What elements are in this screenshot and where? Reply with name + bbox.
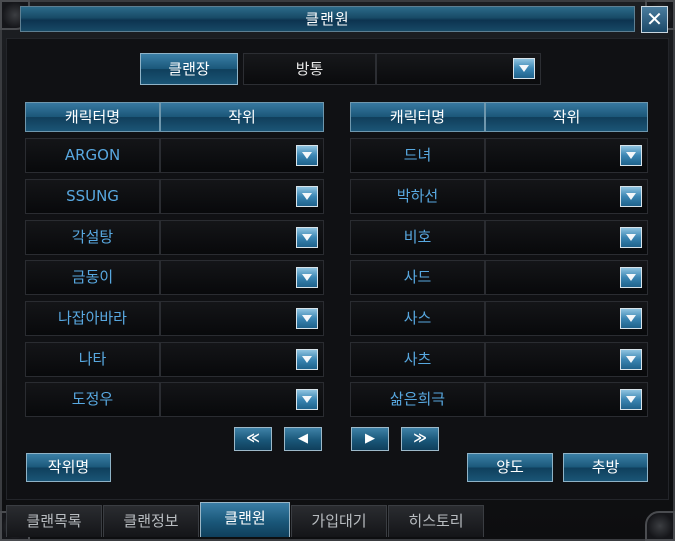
next-page-button[interactable]: ▶ xyxy=(351,427,389,451)
chevron-down-icon[interactable] xyxy=(296,349,318,370)
last-page-button[interactable]: ≫ xyxy=(401,427,439,451)
member-name[interactable]: 사드 xyxy=(350,260,485,295)
prev-page-button[interactable]: ◀ xyxy=(284,427,322,451)
member-name[interactable]: 도정우 xyxy=(25,382,160,417)
tab-clan-info[interactable]: 클랜정보 xyxy=(103,505,199,537)
close-button[interactable]: ✕ xyxy=(641,6,668,33)
member-name[interactable]: 비호 xyxy=(350,220,485,255)
member-name[interactable]: 사츠 xyxy=(350,342,485,377)
tab-bar: 클랜목록 클랜정보 클랜원 가입대기 히스토리 xyxy=(6,502,669,537)
tab-clan-members[interactable]: 클랜원 xyxy=(200,502,290,537)
chevron-down-icon[interactable] xyxy=(620,267,642,288)
chevron-down-icon[interactable] xyxy=(620,145,642,166)
chevron-down-icon[interactable] xyxy=(296,145,318,166)
rank-name-button[interactable]: 작위명 xyxy=(26,453,111,482)
member-name[interactable]: 드녀 xyxy=(350,138,485,173)
close-icon: ✕ xyxy=(646,7,663,31)
member-name[interactable]: 사스 xyxy=(350,301,485,336)
tab-join-queue[interactable]: 가입대기 xyxy=(291,505,387,537)
member-name[interactable]: 박하선 xyxy=(350,179,485,214)
chevron-down-icon[interactable] xyxy=(513,58,535,79)
left-name-header: 캐릭터명 xyxy=(25,102,160,132)
tab-history[interactable]: 히스토리 xyxy=(388,505,484,537)
member-name[interactable]: 금동이 xyxy=(25,260,160,295)
first-page-button[interactable]: ≪ xyxy=(234,427,272,451)
double-left-arrow-icon: ≪ xyxy=(246,431,260,446)
member-name[interactable]: ARGON xyxy=(25,138,160,173)
member-name[interactable]: 각설탕 xyxy=(25,220,160,255)
chevron-down-icon[interactable] xyxy=(296,389,318,410)
transfer-button[interactable]: 양도 xyxy=(467,453,553,482)
chevron-down-icon[interactable] xyxy=(620,186,642,207)
chevron-down-icon[interactable] xyxy=(296,227,318,248)
member-name[interactable]: 나잡아바라 xyxy=(25,301,160,336)
chevron-down-icon[interactable] xyxy=(296,308,318,329)
right-arrow-icon: ▶ xyxy=(365,431,375,446)
left-rank-header: 작위 xyxy=(160,102,324,132)
right-name-header: 캐릭터명 xyxy=(350,102,485,132)
chevron-down-icon[interactable] xyxy=(620,227,642,248)
kick-button[interactable]: 추방 xyxy=(563,453,648,482)
leader-name: 방통 xyxy=(243,53,376,85)
member-name[interactable]: SSUNG xyxy=(25,179,160,214)
window-title: 클랜원 xyxy=(305,10,350,28)
left-arrow-icon: ◀ xyxy=(298,431,308,446)
chevron-down-icon[interactable] xyxy=(620,349,642,370)
tab-clan-list[interactable]: 클랜목록 xyxy=(6,505,102,537)
double-right-arrow-icon: ≫ xyxy=(413,431,427,446)
chevron-down-icon[interactable] xyxy=(296,186,318,207)
chevron-down-icon[interactable] xyxy=(296,267,318,288)
leader-label: 클랜장 xyxy=(140,53,238,85)
member-name[interactable]: 나타 xyxy=(25,342,160,377)
right-rank-header: 작위 xyxy=(485,102,648,132)
chevron-down-icon[interactable] xyxy=(620,389,642,410)
member-name[interactable]: 삶은희극 xyxy=(350,382,485,417)
chevron-down-icon[interactable] xyxy=(620,308,642,329)
